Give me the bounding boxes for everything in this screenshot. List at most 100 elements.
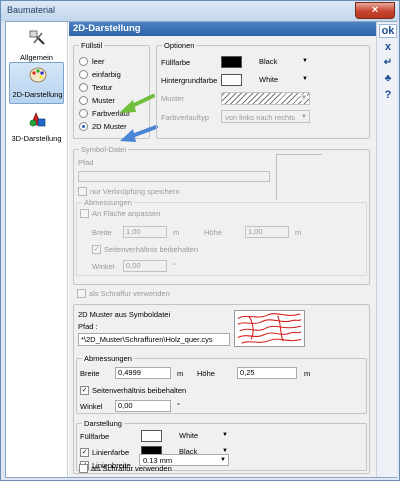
muster-pfad-label: Pfad : [78, 322, 98, 331]
muster-schraffur-label: als Schraffur verwenden [91, 464, 172, 473]
radio-label: Muster [92, 96, 115, 105]
winkel-label: Winkel [92, 262, 115, 271]
symbol-datei-title: Symbol-Datei [79, 145, 129, 154]
darstellung-fuellfarbe-label: Füllfarbe [80, 432, 110, 441]
radio-farbverlauf[interactable] [79, 109, 88, 118]
fuellstil-title: Füllstil [79, 41, 105, 50]
chevron-down-icon: ▼ [301, 114, 307, 120]
winkel-unit: ° [173, 261, 176, 270]
shapes-3d-icon [29, 112, 46, 127]
nur-verknuepfung-checkbox[interactable] [78, 187, 87, 196]
dialog-client: Allgemein 2D-Darstellung 3D-Darstellung … [5, 21, 397, 478]
green-arrow-annotation [119, 94, 155, 113]
abmessungen-disabled-group: Abmessungen An Fläche anpassen Breite 1,… [76, 198, 367, 276]
breite-label: Breite [92, 228, 112, 237]
hoehe-unit: m [295, 228, 302, 237]
hoehe-label: Höhe [204, 228, 222, 237]
radio-label: leer [92, 57, 105, 66]
muster-seitenverhaeltnis-label: Seitenverhältnis beibehalten [92, 386, 187, 395]
radio-2d-muster[interactable] [79, 122, 88, 131]
farbverlauftyp-label: Farbverlauftyp [161, 113, 209, 122]
muster-breite-unit: m [177, 369, 184, 378]
nav-item-2d-darstellung[interactable]: 2D-Darstellung [9, 62, 64, 104]
breite-input-disabled[interactable]: 1,00 [123, 226, 167, 238]
holz-pattern-preview [234, 310, 305, 347]
extension-button[interactable]: ♣ [379, 73, 397, 87]
muster-schraffur-checkbox[interactable] [79, 464, 88, 473]
close-button[interactable]: × [355, 2, 395, 19]
radio-leer[interactable] [79, 57, 88, 66]
muster-breite-label: Breite [80, 369, 100, 378]
muster-pfad-input[interactable]: *\2D_Muster\Schraffuren\Holz_quer.cys [78, 333, 230, 346]
dropdown-value: White [179, 431, 199, 440]
hintergrundfarbe-dropdown[interactable]: White ▼ [256, 73, 310, 86]
main-content: 2D-Darstellung Füllstil leer einfarbig T… [69, 22, 376, 477]
radio-muster[interactable] [79, 96, 88, 105]
palette-icon [29, 67, 47, 83]
an-flaeche-label: An Fläche anpassen [92, 209, 161, 218]
an-flaeche-checkbox[interactable] [80, 209, 89, 218]
winkel-input-disabled[interactable]: 0,00 [123, 260, 167, 272]
radio-textur[interactable] [79, 83, 88, 92]
dropdown-value: von links nach rechts [225, 113, 296, 122]
hintergrundfarbe-swatch[interactable] [221, 74, 242, 86]
breite-unit: m [173, 228, 180, 237]
chevron-down-icon: ▼ [222, 432, 228, 438]
optionen-title: Optionen [162, 41, 197, 50]
muster-winkel-label: Winkel [80, 402, 103, 411]
muster-abmessungen-title: Abmessungen [82, 354, 134, 363]
muster-abmessungen-group: Abmessungen Breite 0,4999 m Höhe 0,25 m … [76, 354, 367, 414]
settings-panel: Füllstil leer einfarbig Textur Muster Fa… [69, 36, 376, 477]
muster-2d-group: 2D Muster aus Symboldatei Pfad : *\2D_Mu… [73, 304, 370, 474]
cancel-button[interactable]: x [379, 41, 397, 55]
linienfarbe-label: Linienfarbe [92, 448, 130, 457]
help-button[interactable]: ? [379, 89, 397, 103]
seitenverhaeltnis-checkbox-disabled[interactable]: ✓ [92, 245, 101, 254]
linienfarbe-checkbox[interactable]: ✓ [80, 448, 89, 457]
chevron-down-icon: ▼ [220, 457, 226, 463]
muster-label: Muster [161, 94, 184, 103]
muster-dropdown[interactable]: ▼ [221, 92, 310, 105]
muster-winkel-input[interactable]: 0,00 [115, 400, 171, 412]
nav-item-label: Allgemein [20, 53, 53, 62]
page-title: 2D-Darstellung [69, 22, 376, 36]
darstellung-fuellfarbe-dropdown[interactable]: White ▼ [176, 429, 230, 442]
muster-breite-input[interactable]: 0,4999 [115, 367, 171, 379]
title-bar[interactable]: Baumaterial × [1, 1, 399, 21]
darstellung-fuellfarbe-swatch[interactable] [141, 430, 162, 442]
muster-seitenverhaeltnis-checkbox[interactable]: ✓ [80, 386, 89, 395]
muster-winkel-unit: ° [177, 401, 180, 410]
hoehe-input-disabled[interactable]: 1,00 [245, 226, 289, 238]
optionen-group: Optionen Füllfarbe Black ▼ Hintergrundfar… [156, 41, 370, 139]
ok-button[interactable]: ok [379, 24, 397, 38]
chevron-down-icon: ▼ [301, 95, 307, 101]
dropdown-value: White [259, 75, 279, 84]
symbol-preview-disabled [276, 154, 322, 200]
nav-item-label: 3D-Darstellung [11, 134, 62, 143]
window-title: Baumaterial [7, 5, 56, 15]
nav-item-3d-darstellung[interactable]: 3D-Darstellung [9, 107, 64, 149]
nur-verknuepfung-label: nur Verknüpfung speichern [90, 187, 180, 196]
nav-item-label: 2D-Darstellung [12, 90, 63, 99]
fuellfarbe-dropdown[interactable]: Black ▼ [256, 55, 310, 68]
muster-hoehe-input[interactable]: 0,25 [237, 367, 297, 379]
fuellfarbe-swatch[interactable] [221, 56, 242, 68]
abmessungen-title: Abmessungen [82, 198, 134, 207]
tools-icon [29, 30, 45, 45]
action-toolbar: ok x ↵ ♣ ? [376, 22, 397, 477]
dialog-window: Baumaterial × Allgemein 2D-Darstellung 3… [0, 0, 400, 481]
schraffur-label-disabled: als Schraffur verwenden [89, 289, 170, 298]
muster-hoehe-label: Höhe [197, 369, 215, 378]
radio-label: Textur [92, 83, 113, 92]
chevron-down-icon: ▼ [302, 76, 308, 82]
pfad-input-disabled[interactable] [78, 171, 270, 182]
radio-einfarbig[interactable] [79, 70, 88, 79]
symbol-datei-group: Symbol-Datei Pfad nur Verknüpfung speich… [73, 145, 370, 285]
radio-label: einfarbig [92, 70, 121, 79]
schraffur-checkbox-disabled[interactable] [77, 289, 86, 298]
hintergrundfarbe-label: Hintergrundfarbe [161, 76, 218, 85]
fuellfarbe-label: Füllfarbe [161, 58, 191, 67]
apply-button[interactable]: ↵ [379, 57, 397, 71]
farbverlauftyp-dropdown[interactable]: von links nach rechts ▼ [221, 110, 310, 123]
category-nav: Allgemein 2D-Darstellung 3D-Darstellung [6, 22, 68, 477]
